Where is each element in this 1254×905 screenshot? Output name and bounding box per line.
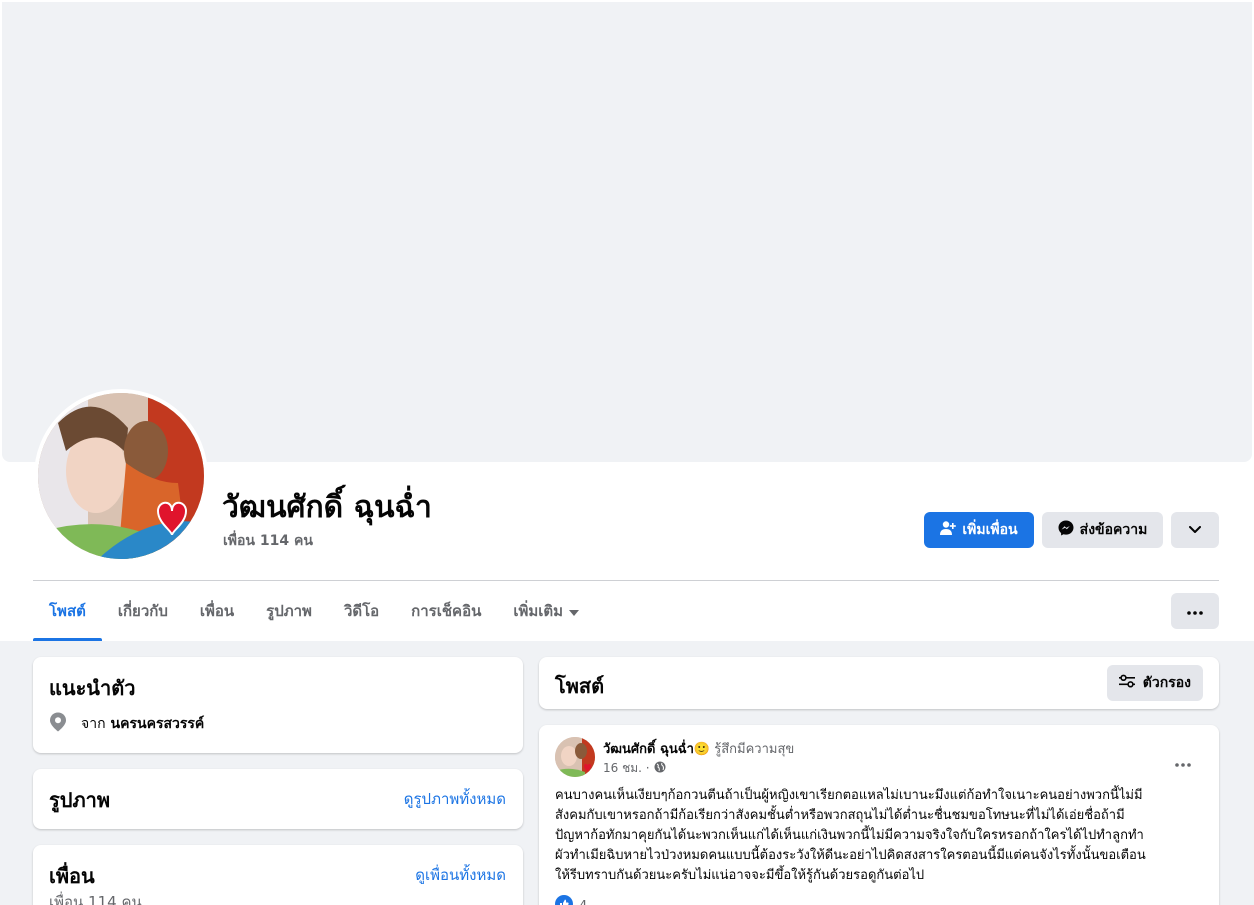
tab-friends-label: เพื่อน: [199, 602, 235, 620]
profile-friend-count[interactable]: เพื่อน 114 คน: [223, 530, 313, 552]
post-text-line: ให้รีบทราบกันด้วยนะครับไม่แน่อาจจะมีขึ้อ…: [555, 868, 925, 883]
profile-avatar[interactable]: [34, 389, 208, 563]
tab-videos-label: วิดีโอ: [343, 602, 380, 620]
add-friend-label: เพิ่มเพื่อน: [962, 522, 1018, 538]
profile-more-button[interactable]: [1171, 512, 1219, 548]
post-text: คนบางคนเห็นเงียบๆก้อกวนตีนถ้าเป็นผู้หญิง…: [555, 786, 1185, 886]
tab-photos[interactable]: รูปภาพ: [250, 581, 328, 641]
tab-friends[interactable]: เพื่อน: [184, 581, 250, 641]
tab-more-label: เพิ่มเติม: [513, 602, 564, 620]
posts-header-card: โพสต์ ตัวกรอง: [539, 657, 1219, 709]
tab-about-label: เกี่ยวกับ: [117, 602, 168, 620]
filter-button[interactable]: ตัวกรอง: [1106, 665, 1203, 701]
intro-title: แนะนำตัว: [49, 676, 136, 700]
send-message-label: ส่งข้อความ: [1079, 522, 1148, 538]
intro-card: แนะนำตัว จาก นครนครสวรรค์: [33, 657, 523, 753]
intro-from-prefix: จาก: [81, 716, 106, 732]
friends-title: เพื่อน: [49, 864, 95, 888]
see-all-friends-link[interactable]: ดูเพื่อนทั้งหมด: [415, 863, 506, 887]
posts-title: โพสต์: [555, 674, 605, 698]
more-dots-icon: [1187, 603, 1203, 619]
tab-posts[interactable]: โพสต์: [33, 581, 102, 641]
add-friend-button[interactable]: เพิ่มเพื่อน: [924, 512, 1034, 548]
tab-checkins-label: การเช็คอิน: [411, 602, 482, 620]
tab-photos-label: รูปภาพ: [266, 602, 312, 620]
post-text-line: สังคมกับเขาหรอกถ้ามีก้อเรียกว่าสังคมชั้น…: [555, 808, 1125, 823]
tab-checkins[interactable]: การเช็คอิน: [395, 581, 497, 641]
filter-label: ตัวกรอง: [1142, 675, 1191, 691]
tab-posts-label: โพสต์: [49, 602, 86, 620]
globe-icon: [654, 761, 666, 776]
reaction-count: 4: [579, 899, 587, 905]
sliders-icon: [1118, 674, 1135, 692]
post-reactions[interactable]: 4: [555, 895, 587, 905]
post-text-line: ผัวทำเมียฉิบหายไวป่วงหมดคนแบบนี้ต้องระวั…: [555, 848, 1146, 863]
feeling-emoji: 🙂: [693, 742, 711, 757]
send-message-button[interactable]: ส่งข้อความ: [1042, 512, 1163, 548]
post-header: วัฒนศักดิ์ ฉุนฉ่ำ🙂 รู้สึกมีความสุข: [603, 738, 794, 759]
post-meta: 16 ชม. ·: [603, 759, 666, 778]
post-options-button[interactable]: [1165, 745, 1201, 781]
profile-name: วัฒนศักดิ์ ฉุนฉ่ำ: [222, 490, 432, 525]
profile-tabs: โพสต์ เกี่ยวกับ เพื่อน รูปภาพ วิดีโอ การ…: [33, 581, 595, 641]
intro-from-place[interactable]: นครนครสวรรค์: [111, 713, 205, 735]
post-text-line: คนบางคนเห็นเงียบๆก้อกวนตีนถ้าเป็นผู้หญิง…: [555, 788, 1143, 803]
messenger-icon: [1058, 520, 1074, 540]
post-feeling: รู้สึกมีความสุข: [714, 742, 795, 757]
person-plus-icon: [940, 520, 957, 540]
friends-card: เพื่อน ดูเพื่อนทั้งหมด เพื่อน 114 คน: [33, 845, 523, 905]
post-text-line: ปัญหาก้อทักมาคุยกันได้นะพวกเห็นแก่ได้เห็…: [555, 828, 1144, 843]
tab-more[interactable]: เพิ่มเติม: [497, 581, 595, 641]
photos-card: รูปภาพ ดูรูปภาพทั้งหมด: [33, 769, 523, 829]
tab-about[interactable]: เกี่ยวกับ: [102, 581, 184, 641]
tab-videos[interactable]: วิดีโอ: [328, 581, 395, 641]
location-pin-icon: [49, 712, 67, 736]
post-card: วัฒนศักดิ์ ฉุนฉ่ำ🙂 รู้สึกมีความสุข 16 ชม…: [539, 725, 1219, 905]
post-author-name[interactable]: วัฒนศักดิ์ ฉุนฉ่ำ: [603, 742, 694, 757]
chevron-down-icon: [1189, 522, 1201, 538]
like-reaction-icon: [555, 895, 573, 905]
see-all-photos-link[interactable]: ดูรูปภาพทั้งหมด: [404, 787, 506, 811]
photos-title: รูปภาพ: [49, 788, 111, 812]
cover-photo[interactable]: [2, 2, 1252, 462]
friends-count: เพื่อน 114 คน: [49, 893, 142, 905]
post-author-avatar[interactable]: [555, 737, 595, 777]
intro-hometown: จาก นครนครสวรรค์: [49, 712, 204, 736]
more-dots-icon: [1175, 755, 1191, 771]
post-time[interactable]: 16 ชม. ·: [603, 759, 650, 778]
tabs-options-button[interactable]: [1171, 593, 1219, 629]
caret-down-icon: [569, 602, 580, 620]
